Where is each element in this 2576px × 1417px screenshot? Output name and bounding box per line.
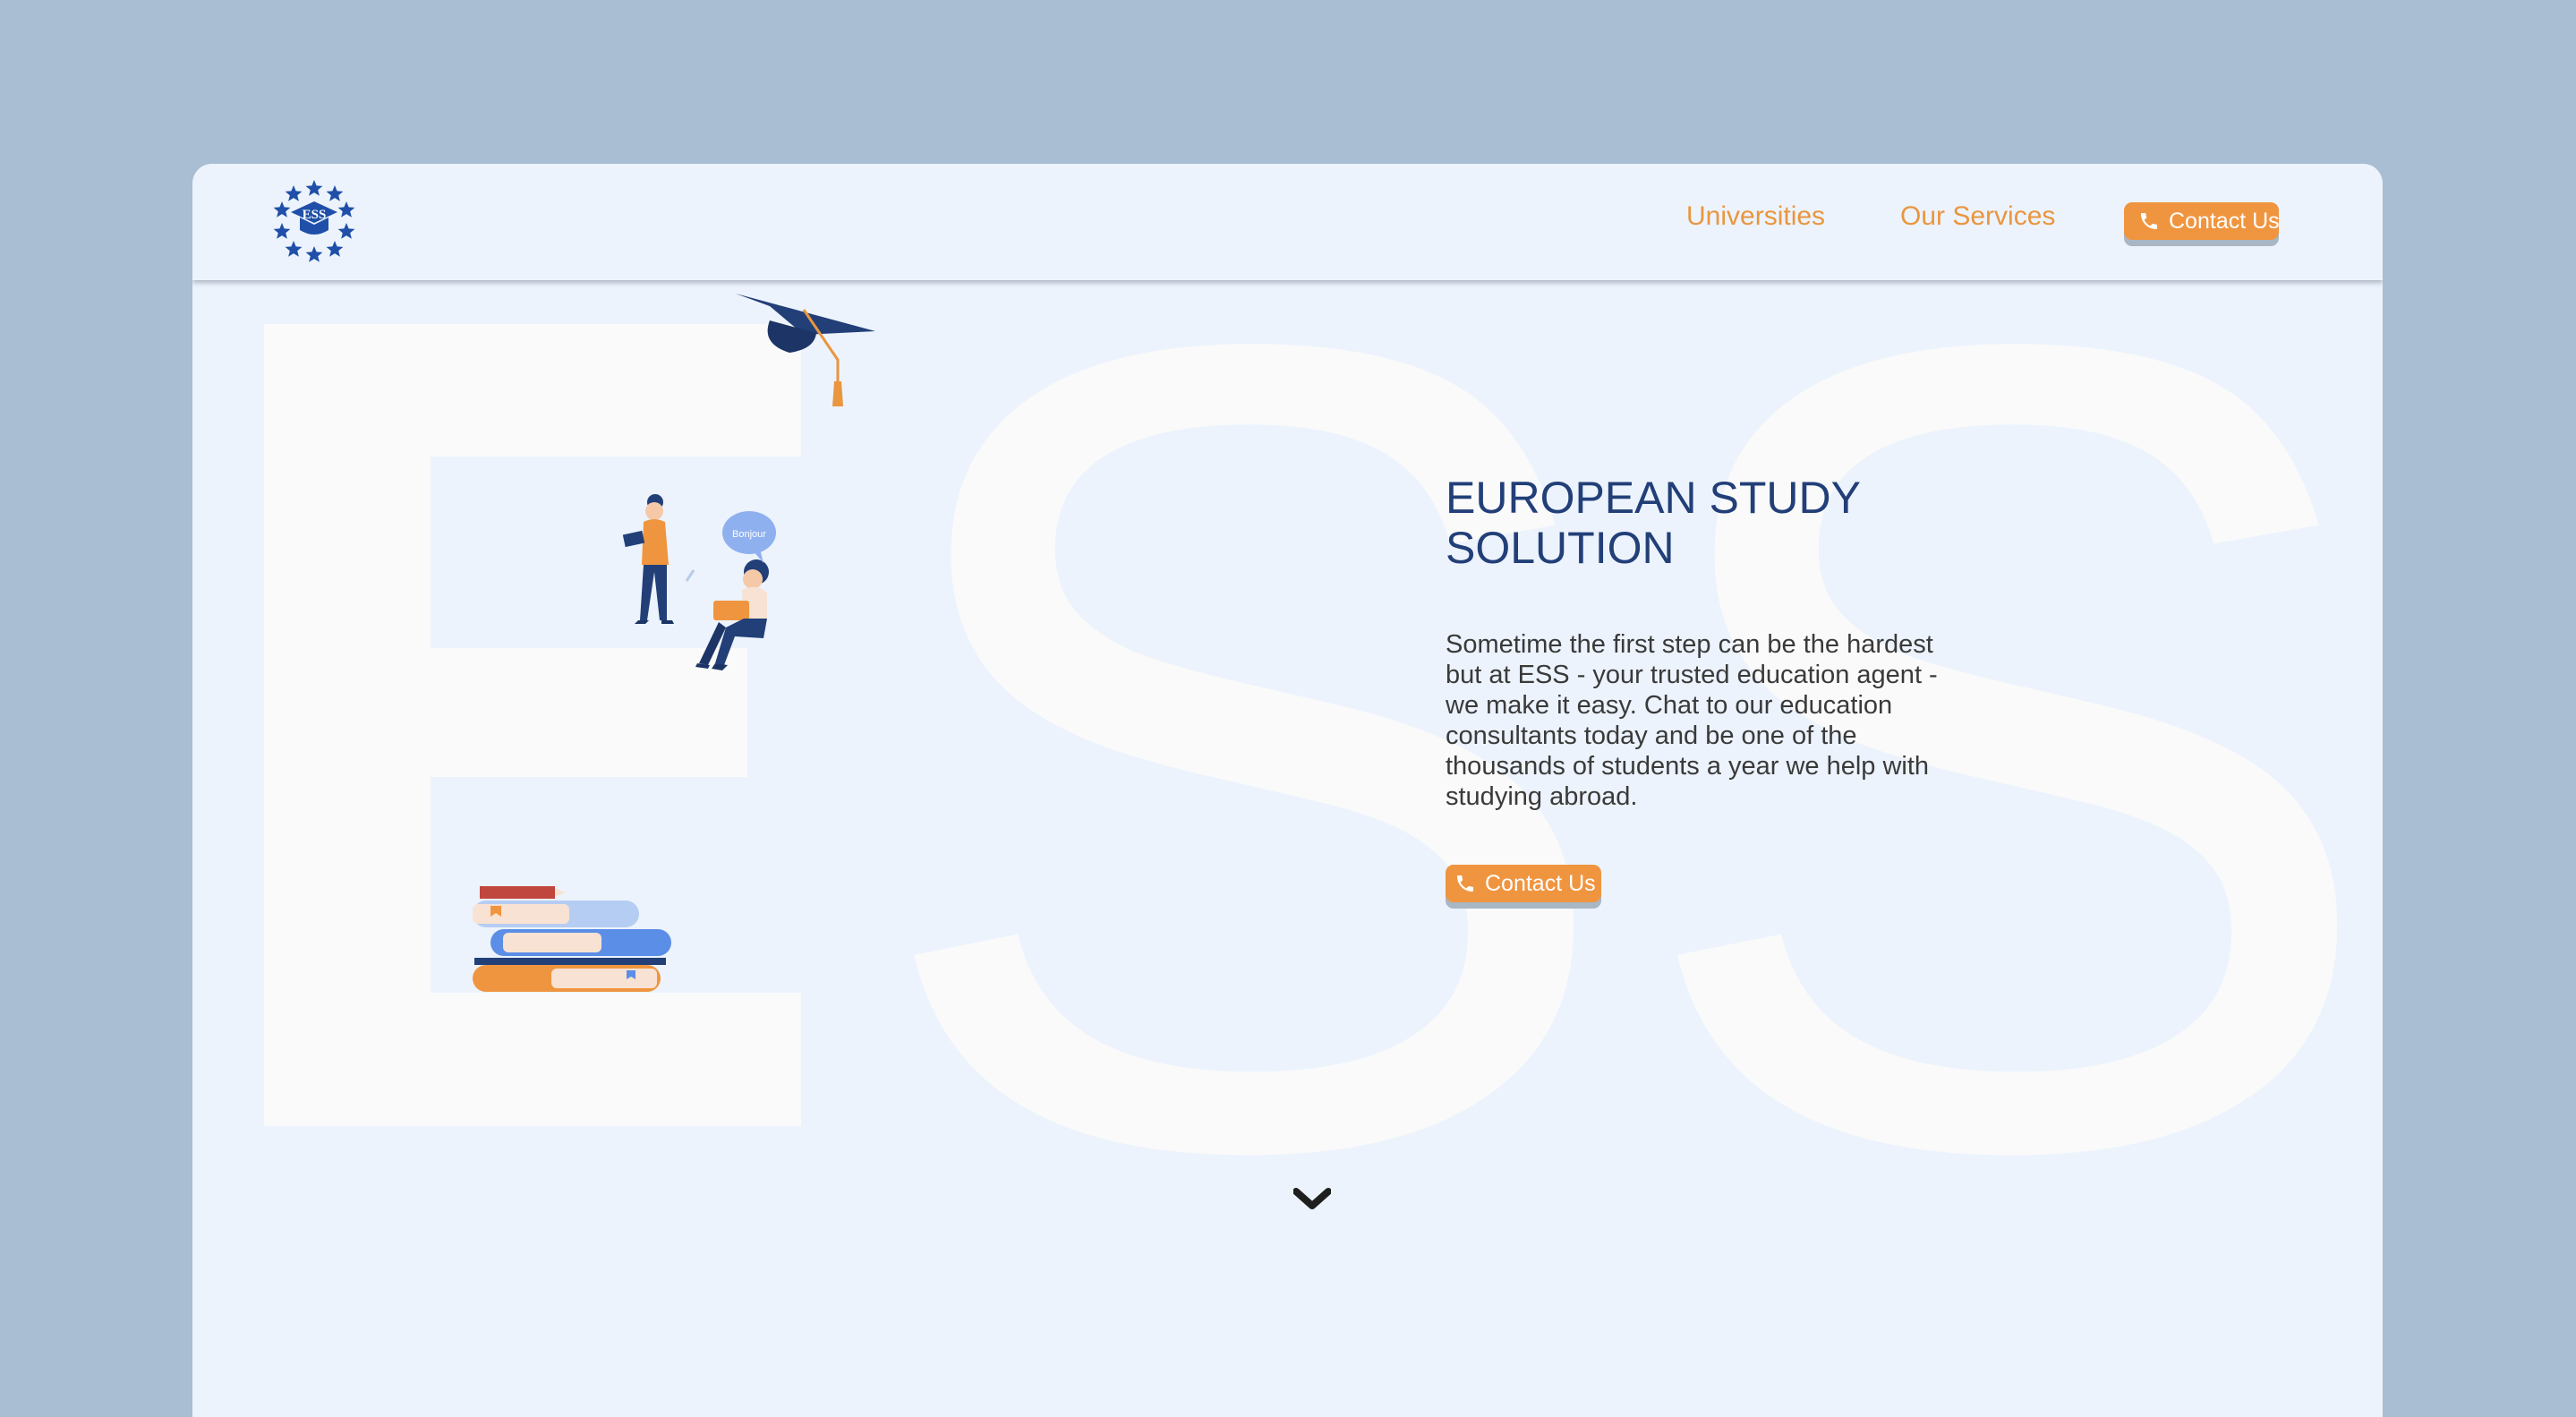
background-letters-ess: S S bbox=[264, 164, 2383, 1387]
header-contact-button[interactable]: Contact Us bbox=[2124, 202, 2280, 240]
hero-title: EUROPEAN STUDY SOLUTION bbox=[1446, 473, 1861, 573]
svg-text:ESS: ESS bbox=[303, 208, 327, 222]
phone-icon bbox=[1457, 875, 1473, 892]
site-header: ESS Universities Our Services Contact Us bbox=[192, 164, 2383, 280]
book-stack-illustration bbox=[473, 886, 671, 992]
nav-our-services[interactable]: Our Services bbox=[1900, 201, 2055, 232]
hero-description: Sometime the first step can be the harde… bbox=[1446, 630, 1938, 811]
nav-universities[interactable]: Universities bbox=[1686, 201, 1825, 232]
chevron-down-icon[interactable] bbox=[1293, 1186, 1331, 1211]
hero-contact-button[interactable]: Contact Us bbox=[1446, 865, 1601, 902]
page-frame: S S ESS Universities Our Services Contac… bbox=[192, 164, 2383, 1417]
background-letter-e bbox=[264, 324, 801, 1126]
hero-contact-label: Contact Us bbox=[1485, 870, 1596, 896]
students-illustration: Bonjour bbox=[622, 494, 776, 670]
header-contact-label: Contact Us bbox=[2169, 208, 2280, 234]
ess-logo-icon[interactable]: ESS bbox=[271, 178, 357, 264]
graduation-cap-icon bbox=[736, 294, 875, 406]
svg-text:Bonjour: Bonjour bbox=[732, 529, 766, 540]
phone-icon bbox=[2141, 213, 2157, 229]
